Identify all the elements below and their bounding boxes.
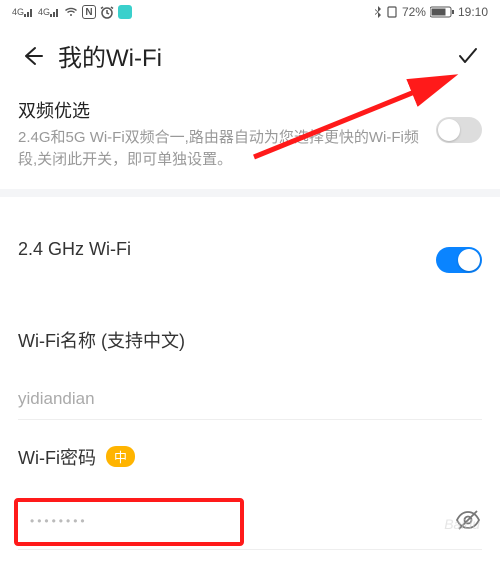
status-left: 4G 4G N [12, 5, 132, 19]
wifi-name-input-row [18, 383, 482, 420]
wifi-name-label: Wi-Fi名称 (支持中文) [18, 327, 482, 353]
checkmark-icon [456, 44, 480, 68]
battery-pct: 72% [402, 5, 426, 19]
ghz-toggle[interactable] [436, 247, 482, 273]
wifi-password-label-row: Wi-Fi密码 中 [18, 444, 482, 470]
wifi-name-group: Wi-Fi名称 (支持中文) [0, 303, 500, 420]
time-label: 19:10 [458, 5, 488, 19]
rotation-lock-icon [386, 6, 398, 18]
toggle-password-visibility-button[interactable] [454, 506, 482, 534]
page-title: 我的Wi-Fi [58, 38, 454, 73]
status-right: 72% 19:10 [374, 5, 488, 19]
eye-off-icon [455, 507, 481, 533]
status-bar: 4G 4G N 72% 19:10 [0, 0, 500, 24]
dual-band-title: 双频优选 [18, 97, 436, 123]
battery-icon [430, 6, 454, 18]
arrow-left-icon [21, 45, 43, 67]
bluetooth-icon [374, 6, 382, 18]
signal-1-icon: 4G [12, 7, 34, 17]
annotation-red-box: •••••••• [14, 498, 244, 546]
nfc-icon: N [82, 5, 96, 19]
header: 我的Wi-Fi [0, 24, 500, 91]
wifi-name-input[interactable] [18, 389, 482, 409]
wifi-password-input[interactable]: •••••••• [30, 514, 88, 528]
app-icon [118, 5, 132, 19]
back-button[interactable] [18, 42, 46, 70]
wifi-icon [64, 7, 78, 17]
password-strength-badge: 中 [106, 446, 135, 467]
dual-band-desc: 2.4G和5G Wi-Fi双频合一,路由器自动为您选择更快的Wi-Fi频段,关闭… [18, 127, 436, 171]
dual-band-toggle[interactable] [436, 117, 482, 143]
password-underline [18, 549, 482, 550]
ghz-row: 2.4 GHz Wi-Fi [0, 197, 500, 303]
signal-2-icon: 4G [38, 7, 60, 17]
alarm-icon [100, 5, 114, 19]
wifi-password-group: Wi-Fi密码 中 [0, 420, 500, 470]
ghz-label: 2.4 GHz Wi-Fi [18, 239, 131, 260]
dual-band-section: 双频优选 2.4G和5G Wi-Fi双频合一,路由器自动为您选择更快的Wi-Fi… [0, 91, 500, 197]
confirm-button[interactable] [454, 42, 482, 70]
wifi-password-label: Wi-Fi密码 [18, 444, 96, 470]
